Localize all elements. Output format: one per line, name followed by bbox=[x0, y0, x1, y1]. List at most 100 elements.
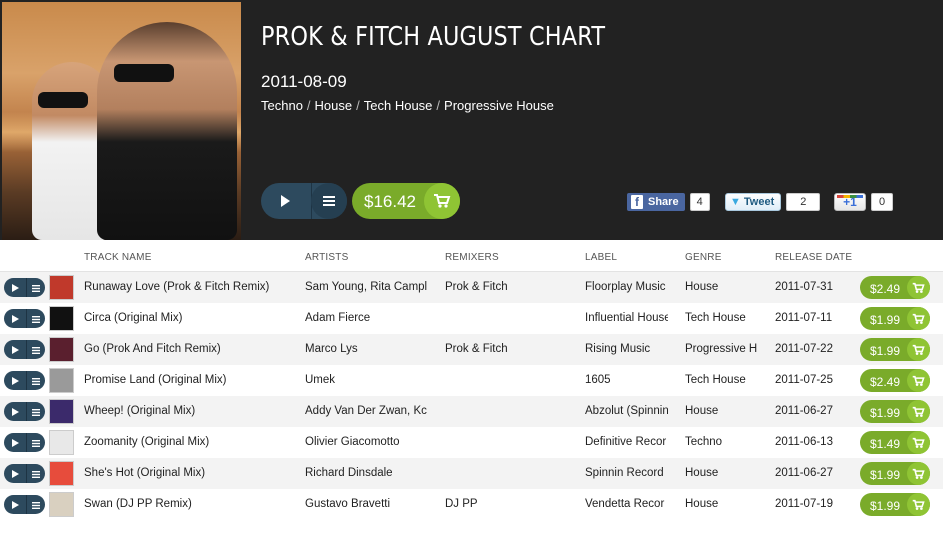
track-queue-button[interactable] bbox=[27, 340, 45, 359]
track-label-link[interactable]: Abzolut (Spinnin bbox=[585, 405, 668, 417]
chart-genres: Techno / House / Tech House / Progressive Hous… bbox=[261, 98, 554, 113]
column-remixers[interactable]: REMIXERS bbox=[445, 252, 499, 263]
track-name-link[interactable]: Promise Land (Original Mix) bbox=[84, 374, 299, 386]
genre-link[interactable]: Tech House bbox=[364, 98, 433, 113]
track-artists-link[interactable]: Sam Young, Rita Campl bbox=[305, 281, 428, 293]
column-release-date[interactable]: RELEASE DATE bbox=[775, 252, 852, 263]
track-artists-link[interactable]: Gustavo Bravetti bbox=[305, 498, 428, 510]
track-artwork[interactable] bbox=[49, 368, 74, 393]
play-icon bbox=[11, 434, 19, 452]
track-artists-link[interactable]: Marco Lys bbox=[305, 343, 428, 355]
track-label-link[interactable]: Vendetta Recor bbox=[585, 498, 668, 510]
track-queue-button[interactable] bbox=[27, 495, 45, 514]
track-release-date: 2011-06-13 bbox=[775, 436, 833, 448]
track-buy-button[interactable]: $1.49 bbox=[860, 431, 930, 454]
genre-link[interactable]: Progressive House bbox=[444, 98, 554, 113]
track-name-link[interactable]: Go (Prok And Fitch Remix) bbox=[84, 343, 299, 355]
track-genre-link[interactable]: Techno bbox=[685, 436, 758, 448]
genre-link[interactable]: House bbox=[315, 98, 353, 113]
column-track-name[interactable]: TRACK NAME bbox=[84, 252, 152, 263]
track-remixers-link[interactable]: Prok & Fitch bbox=[445, 281, 575, 293]
track-artwork[interactable] bbox=[49, 337, 74, 362]
track-play-button[interactable] bbox=[4, 402, 26, 421]
track-artwork[interactable] bbox=[49, 492, 74, 517]
play-all-button[interactable] bbox=[261, 183, 309, 219]
track-artwork[interactable] bbox=[49, 430, 74, 455]
track-release-date: 2011-07-25 bbox=[775, 374, 833, 386]
track-play-controls bbox=[4, 371, 45, 390]
track-remixers-link[interactable]: DJ PP bbox=[445, 498, 575, 510]
track-play-button[interactable] bbox=[4, 278, 26, 297]
track-artists-link[interactable]: Olivier Giacomotto bbox=[305, 436, 428, 448]
genre-link[interactable]: Techno bbox=[261, 98, 303, 113]
queue-all-button[interactable] bbox=[311, 183, 347, 219]
track-play-button[interactable] bbox=[4, 495, 26, 514]
track-label-link[interactable]: Influential House bbox=[585, 312, 668, 324]
track-name-link[interactable]: Swan (DJ PP Remix) bbox=[84, 498, 299, 510]
track-name-link[interactable]: Wheep! (Original Mix) bbox=[84, 405, 299, 417]
chart-cover-image bbox=[2, 2, 241, 240]
track-buy-button[interactable]: $1.99 bbox=[860, 400, 930, 423]
track-genre-link[interactable]: Progressive H bbox=[685, 343, 758, 355]
track-genre-link[interactable]: Tech House bbox=[685, 374, 758, 386]
track-genre-link[interactable]: Tech House bbox=[685, 312, 758, 324]
track-name-link[interactable]: Runaway Love (Prok & Fitch Remix) bbox=[84, 281, 299, 293]
play-icon bbox=[11, 403, 19, 421]
column-artists[interactable]: ARTISTS bbox=[305, 252, 348, 263]
track-genre-link[interactable]: House bbox=[685, 405, 758, 417]
track-price: $1.99 bbox=[870, 344, 901, 358]
track-label-link[interactable]: Rising Music bbox=[585, 343, 668, 355]
track-play-button[interactable] bbox=[4, 433, 26, 452]
track-artwork[interactable] bbox=[49, 399, 74, 424]
cart-icon bbox=[907, 276, 930, 299]
track-name-link[interactable]: Zoomanity (Original Mix) bbox=[84, 436, 299, 448]
track-artwork[interactable] bbox=[49, 306, 74, 331]
track-release-date: 2011-06-27 bbox=[775, 405, 833, 417]
track-label-link[interactable]: Spinnin Record bbox=[585, 467, 668, 479]
track-queue-button[interactable] bbox=[27, 464, 45, 483]
track-queue-button[interactable] bbox=[27, 433, 45, 452]
facebook-share-button[interactable]: f Share bbox=[627, 193, 685, 211]
track-remixers-link[interactable]: Prok & Fitch bbox=[445, 343, 575, 355]
track-genre-link[interactable]: House bbox=[685, 281, 758, 293]
track-buy-button[interactable]: $1.99 bbox=[860, 338, 930, 361]
track-buy-button[interactable]: $1.99 bbox=[860, 462, 930, 485]
queue-list-icon bbox=[32, 372, 40, 390]
track-buy-button[interactable]: $1.99 bbox=[860, 307, 930, 330]
track-buy-button[interactable]: $2.49 bbox=[860, 369, 930, 392]
track-label-link[interactable]: Definitive Recor bbox=[585, 436, 668, 448]
play-icon bbox=[11, 279, 19, 297]
track-artwork[interactable] bbox=[49, 275, 74, 300]
track-genre-link[interactable]: House bbox=[685, 498, 758, 510]
track-price: $2.49 bbox=[870, 282, 901, 296]
queue-list-icon bbox=[32, 403, 40, 421]
track-play-button[interactable] bbox=[4, 371, 26, 390]
track-play-button[interactable] bbox=[4, 464, 26, 483]
column-genre[interactable]: GENRE bbox=[685, 252, 722, 263]
track-queue-button[interactable] bbox=[27, 309, 45, 328]
track-play-button[interactable] bbox=[4, 309, 26, 328]
column-label[interactable]: LABEL bbox=[585, 252, 617, 263]
table-row: Runaway Love (Prok & Fitch Remix) Sam You… bbox=[0, 272, 943, 303]
track-artists-link[interactable]: Adam Fierce bbox=[305, 312, 428, 324]
track-label-link[interactable]: 1605 bbox=[585, 374, 668, 386]
track-queue-button[interactable] bbox=[27, 278, 45, 297]
track-artists-link[interactable]: Richard Dinsdale bbox=[305, 467, 428, 479]
cart-icon bbox=[907, 307, 930, 330]
buy-chart-button[interactable]: $16.42 bbox=[352, 183, 460, 219]
track-buy-button[interactable]: $2.49 bbox=[860, 276, 930, 299]
track-queue-button[interactable] bbox=[27, 371, 45, 390]
track-artwork[interactable] bbox=[49, 461, 74, 486]
track-artists-link[interactable]: Addy Van Der Zwan, Kc bbox=[305, 405, 428, 417]
track-play-button[interactable] bbox=[4, 340, 26, 359]
track-name-link[interactable]: Circa (Original Mix) bbox=[84, 312, 299, 324]
track-label-link[interactable]: Floorplay Music bbox=[585, 281, 668, 293]
track-queue-button[interactable] bbox=[27, 402, 45, 421]
track-name-link[interactable]: She's Hot (Original Mix) bbox=[84, 467, 299, 479]
plus-one-button[interactable]: +1 bbox=[834, 193, 866, 211]
track-genre-link[interactable]: House bbox=[685, 467, 758, 479]
track-artists-link[interactable]: Umek bbox=[305, 374, 428, 386]
track-buy-button[interactable]: $1.99 bbox=[860, 493, 930, 516]
track-price: $1.49 bbox=[870, 437, 901, 451]
tweet-button[interactable]: ▼ Tweet bbox=[725, 193, 782, 211]
